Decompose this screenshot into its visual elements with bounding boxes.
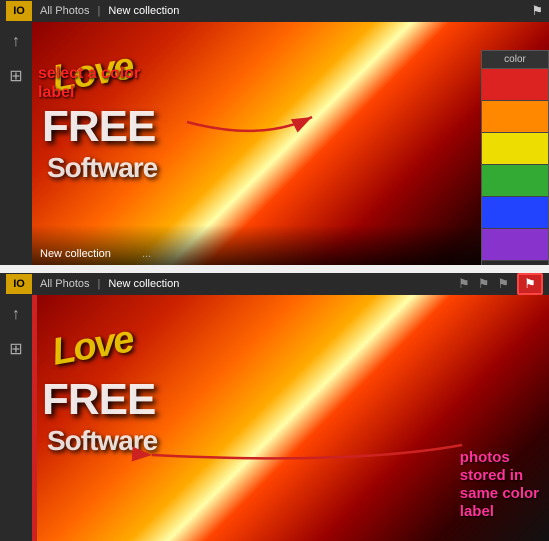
active-red-flag-button[interactable]: ⚑	[517, 273, 543, 295]
color-swatch-yellow[interactable]	[482, 133, 548, 165]
upload-icon[interactable]: ↑	[4, 30, 28, 54]
color-swatch-purple[interactable]	[482, 229, 548, 261]
photo-canvas-bottom: Love FREE Software	[32, 295, 549, 541]
bottom-panel: IO All Photos | New collection ⚑ ⚑ ⚑ ⚑ L…	[0, 273, 549, 541]
color-picker-header: color	[482, 51, 548, 69]
color-swatch-blue[interactable]	[482, 197, 548, 229]
color-none-option[interactable]: none	[482, 261, 548, 265]
sidebar-top: ↑ ⊞	[0, 22, 32, 265]
sidebar-bottom: ↑ ⊞	[0, 295, 32, 541]
top-header-bar: IO All Photos | New collection ⚑	[0, 0, 549, 22]
photo-text-free-bottom: FREE	[42, 375, 155, 425]
flag-icon-outline-2[interactable]: ⚑	[478, 276, 490, 292]
top-panel: IO All Photos | New collection ⚑ ↑ ⊞ ⚑ j…	[0, 0, 549, 265]
nav-separator-bottom: |	[98, 278, 101, 290]
grid-icon[interactable]: ⊞	[4, 64, 28, 88]
content-area-top: ⚑ jpg ⬆ Love FREE Software New collectio…	[32, 22, 549, 265]
photo-text-love-top: Love	[49, 45, 136, 101]
photo-text-software-bottom: Software	[47, 425, 157, 457]
nav-separator-top: |	[98, 5, 101, 17]
photo-text-free-top: FREE	[42, 102, 155, 152]
all-photos-link-bottom[interactable]: All Photos	[40, 278, 90, 290]
grid-icon-bottom[interactable]: ⊞	[4, 337, 28, 361]
red-label-strip	[32, 295, 37, 541]
color-picker-panel: color none	[481, 50, 549, 265]
active-flag-glyph: ⚑	[524, 276, 536, 292]
color-swatch-red[interactable]	[482, 69, 548, 101]
all-photos-link-top[interactable]: All Photos	[40, 5, 90, 17]
header-flag-icon-top[interactable]: ⚑	[531, 3, 543, 19]
flag-icon-outline-3[interactable]: ⚑	[497, 276, 509, 292]
bottom-header-bar: IO All Photos | New collection ⚑ ⚑ ⚑ ⚑ L…	[0, 273, 549, 295]
color-swatch-green[interactable]	[482, 165, 548, 197]
photo-bottom-label: New collection	[40, 248, 111, 260]
app-logo: IO	[6, 1, 32, 21]
flag-icon-outline-1[interactable]: ⚑	[458, 276, 470, 292]
panel-gap	[0, 265, 549, 269]
new-collection-link-bottom[interactable]: New collection	[108, 278, 179, 290]
content-area-bottom: Love FREE Software photosstored insame c…	[32, 295, 549, 541]
app-logo-bottom: IO	[6, 274, 32, 294]
color-swatch-orange[interactable]	[482, 101, 548, 133]
photo-canvas-top: Love FREE Software New collection ...	[32, 22, 549, 265]
new-collection-link-top[interactable]: New collection	[108, 5, 179, 17]
photo-text-love-bottom: Love	[49, 318, 136, 374]
photo-bottom-dots: ...	[142, 248, 151, 260]
photo-text-software-top: Software	[47, 152, 157, 184]
upload-icon-bottom[interactable]: ↑	[4, 303, 28, 327]
